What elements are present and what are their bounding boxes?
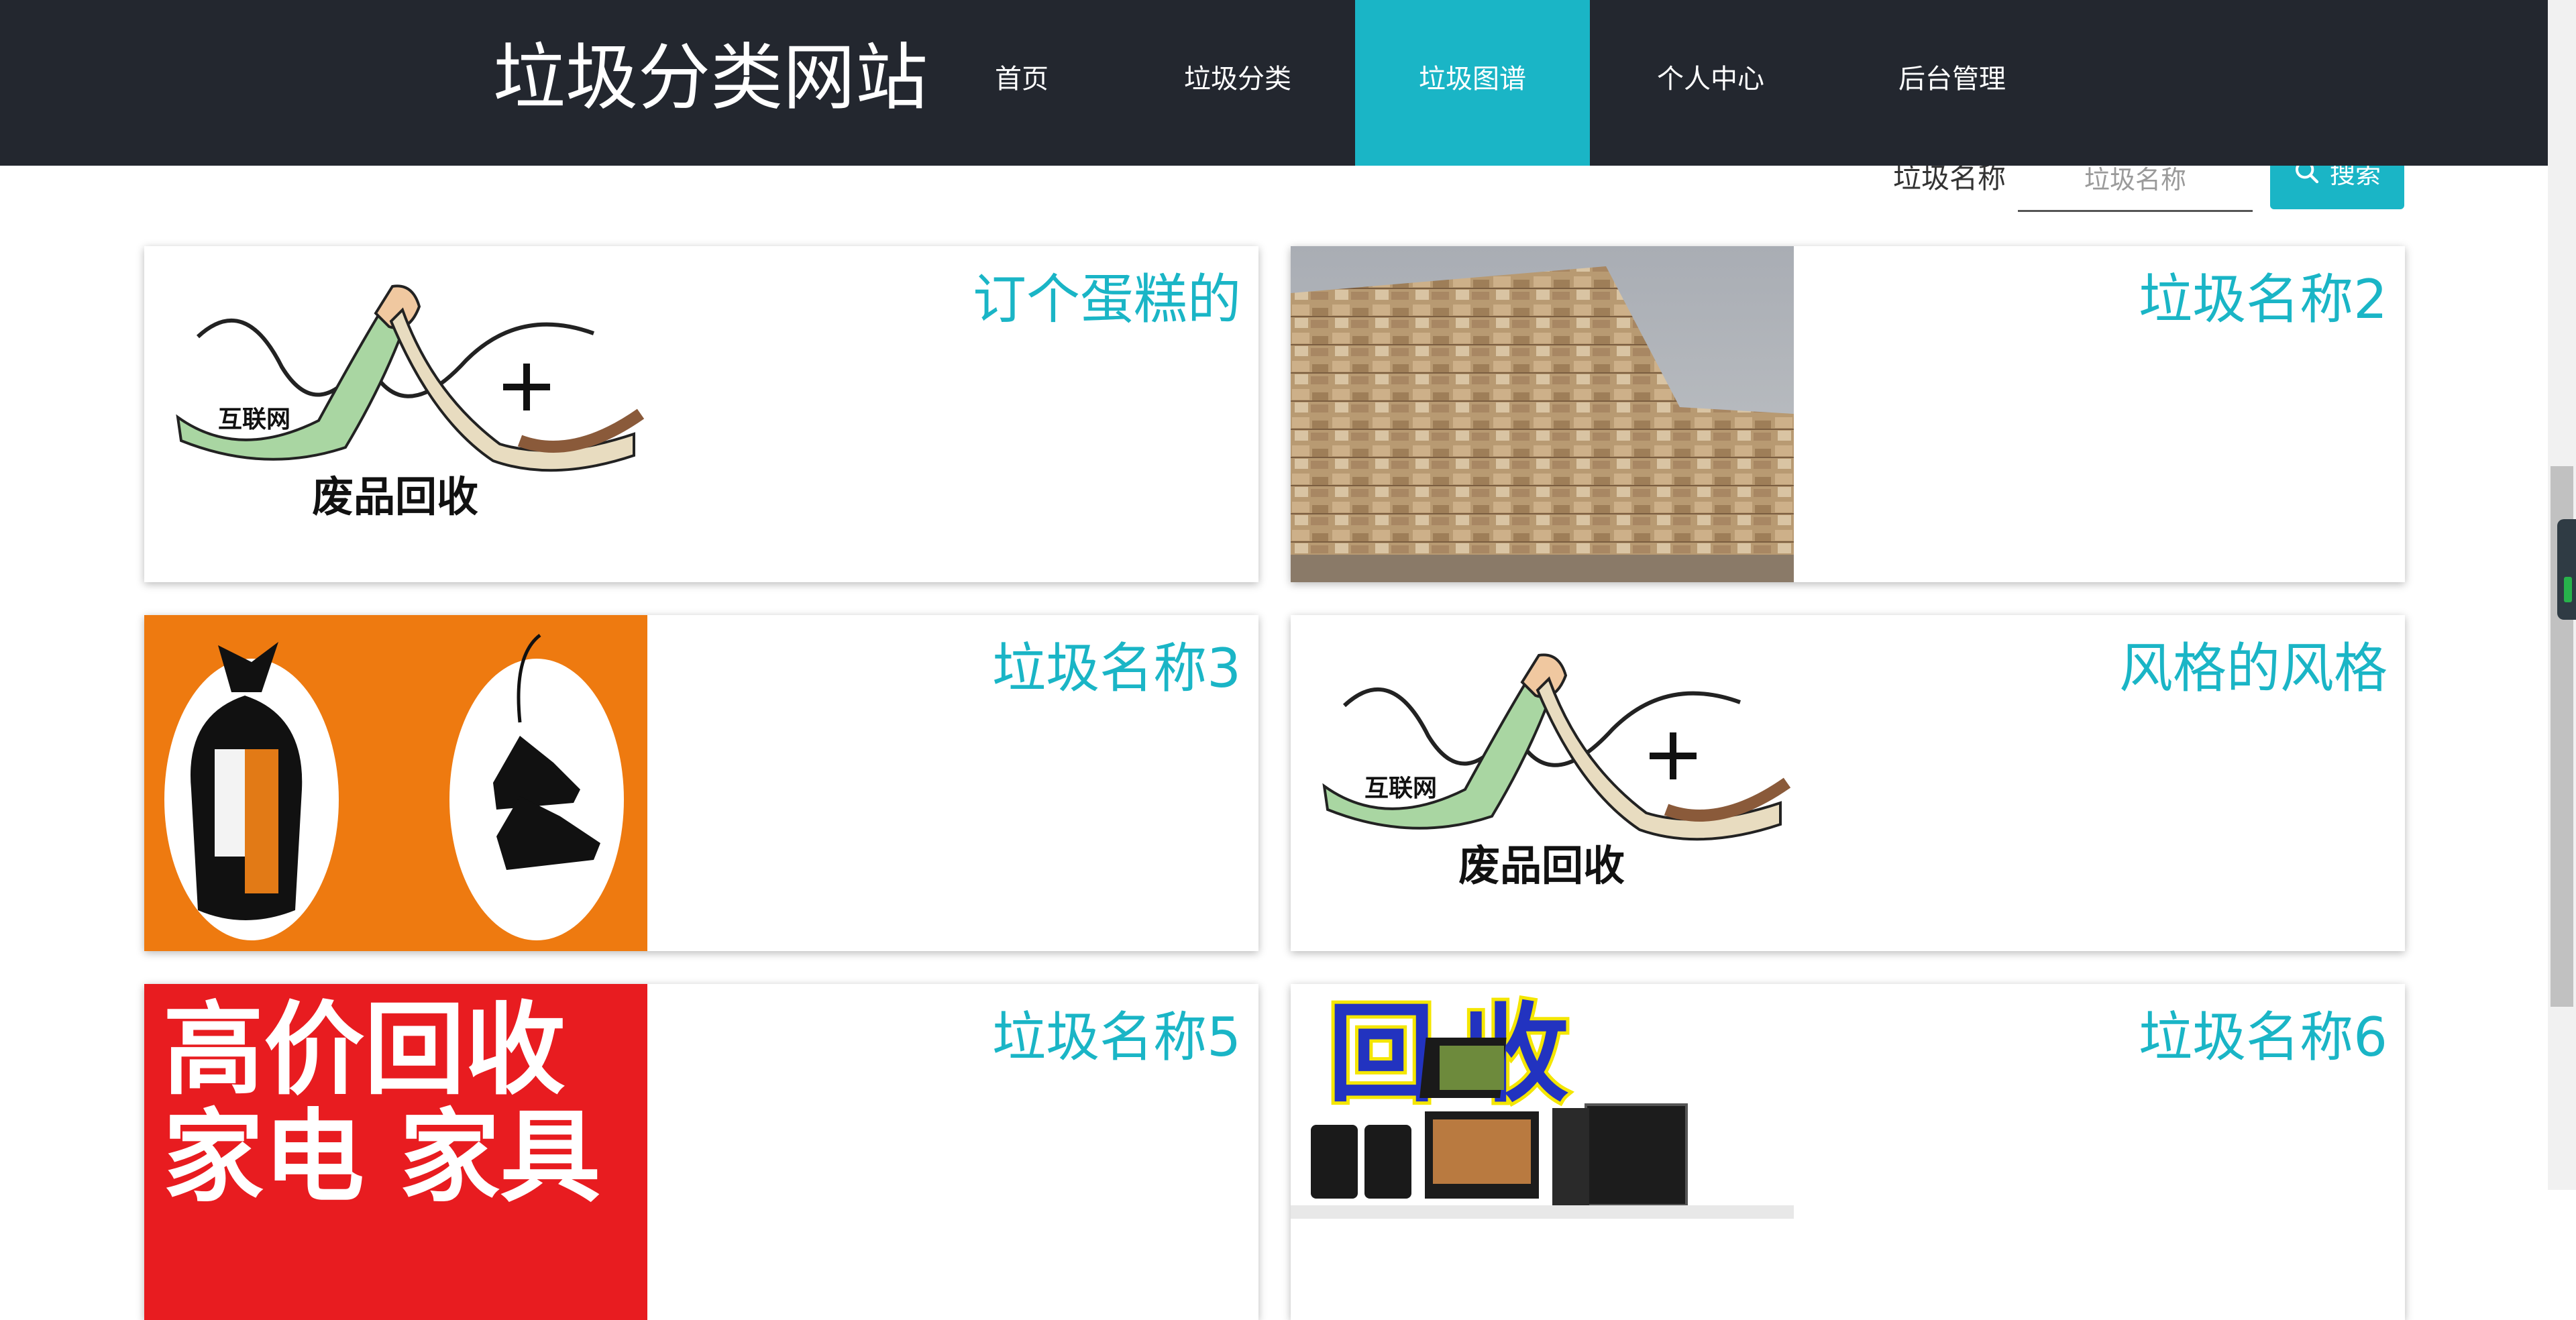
card-title[interactable]: 垃圾名称2: [2139, 266, 2387, 333]
card-title[interactable]: 垃圾名称6: [2139, 1004, 2387, 1071]
garbage-card[interactable]: 回收 垃圾名称6: [1291, 984, 2405, 1320]
nav-garbage-atlas[interactable]: 垃圾图谱: [1355, 0, 1590, 166]
garbage-card[interactable]: 垃圾名称2: [1291, 246, 2405, 582]
garbage-card[interactable]: 互联网 废品回收 订个蛋糕的: [144, 246, 1258, 582]
nav-personal-center[interactable]: 个人中心: [1630, 0, 1791, 166]
recycling-logo-image[interactable]: 互联网 废品回收: [144, 246, 647, 582]
nav-home[interactable]: 首页: [958, 0, 1085, 166]
card-title[interactable]: 订个蛋糕的: [973, 266, 1241, 333]
site-title[interactable]: 垃圾分类网站: [493, 35, 928, 122]
nav-garbage-classification[interactable]: 垃圾分类: [1159, 0, 1316, 166]
garbage-card[interactable]: 高价回收 家电 家具 垃圾名称5: [144, 984, 1258, 1320]
garbage-card[interactable]: 垃圾名称3: [144, 615, 1258, 951]
top-navbar: 垃圾分类网站 首页 垃圾分类 垃圾图谱 个人中心 后台管理: [0, 0, 2548, 166]
electronics-recycling-image[interactable]: 回收: [1291, 984, 1794, 1320]
nav-admin[interactable]: 后台管理: [1872, 0, 2033, 166]
floating-widget-indicator: [2564, 577, 2572, 602]
card-title[interactable]: 风格的风格: [2119, 635, 2387, 702]
recycling-logo-internet-text: 互联网: [1364, 775, 1437, 802]
baled-cardboard-image[interactable]: [1291, 246, 1794, 582]
recycling-logo-main-text: 废品回收: [1458, 841, 1625, 890]
clothes-shoes-image[interactable]: [144, 615, 647, 951]
floating-widget-tab[interactable]: [2557, 519, 2576, 620]
card-title[interactable]: 垃圾名称3: [992, 635, 1241, 702]
high-price-recycling-text: 高价回收: [163, 992, 566, 1109]
card-title[interactable]: 垃圾名称5: [992, 1004, 1241, 1071]
appliances-furniture-text: 家电 家具: [163, 1099, 600, 1216]
recycling-logo-image[interactable]: 互联网 废品回收: [1291, 615, 1794, 951]
recycling-logo-main-text: 废品回收: [312, 472, 478, 521]
high-price-recycling-image[interactable]: 高价回收 家电 家具: [144, 984, 647, 1320]
garbage-card[interactable]: 互联网 废品回收 风格的风格: [1291, 615, 2405, 951]
recycling-logo-internet-text: 互联网: [218, 406, 290, 433]
